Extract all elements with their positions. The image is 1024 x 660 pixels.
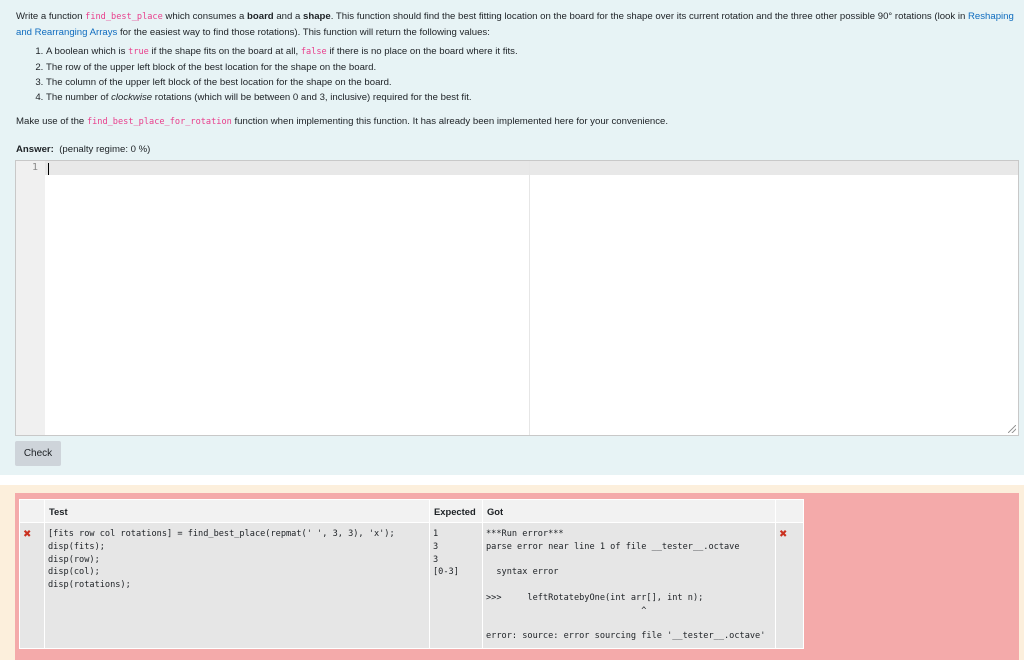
header-got: Got xyxy=(482,499,776,523)
function-name-code: find_best_place xyxy=(85,12,163,22)
question-panel: Write a function find_best_place which c… xyxy=(0,0,1024,475)
return-values-list: A boolean which is true if the shape fit… xyxy=(16,44,1016,105)
answer-label: Answer: (penalty regime: 0 %) xyxy=(16,144,151,155)
test-code-cell: [fits row col rotations] = find_best_pla… xyxy=(44,521,430,650)
header-expected: Expected xyxy=(429,499,483,523)
helper-function-code: find_best_place_for_rotation xyxy=(86,117,232,127)
header-blank xyxy=(19,499,45,523)
line-number: 1 xyxy=(31,162,38,173)
editor-gutter: 1 xyxy=(16,161,45,435)
fail-mark-cell: ✖ xyxy=(19,521,45,650)
cross-icon: ✖ xyxy=(23,529,32,540)
resize-handle-icon[interactable] xyxy=(1008,425,1016,433)
test-results-table: Test Expected Got ✖ [fits row col rotati… xyxy=(19,499,804,650)
penalty-regime: (penalty regime: 0 %) xyxy=(59,144,151,155)
check-button[interactable]: Check xyxy=(15,441,61,466)
cross-icon: ✖ xyxy=(779,529,788,540)
question-text: Write a function find_best_place which c… xyxy=(16,9,1016,105)
fail-mark-cell-2: ✖ xyxy=(775,521,804,650)
list-item: The row of the upper left block of the b… xyxy=(46,60,1016,75)
list-item: A boolean which is true if the shape fit… xyxy=(46,44,1016,60)
header-test: Test xyxy=(44,499,430,523)
list-item: The number of clockwise rotations (which… xyxy=(46,90,1016,105)
text-cursor xyxy=(48,163,49,175)
table-row: ✖ [fits row col rotations] = find_best_p… xyxy=(19,521,804,650)
got-cell: ***Run error*** parse error near line 1 … xyxy=(482,521,776,650)
active-line-highlight xyxy=(45,161,1018,175)
header-blank-2 xyxy=(775,499,804,523)
list-item: The column of the upper left block of th… xyxy=(46,75,1016,90)
table-header-row: Test Expected Got xyxy=(19,499,804,523)
code-editor[interactable]: 1 xyxy=(15,160,1019,436)
expected-cell: 1 3 3 [0-3] xyxy=(429,521,483,650)
helper-note: Make use of the find_best_place_for_rota… xyxy=(16,116,669,127)
print-margin xyxy=(529,161,530,435)
